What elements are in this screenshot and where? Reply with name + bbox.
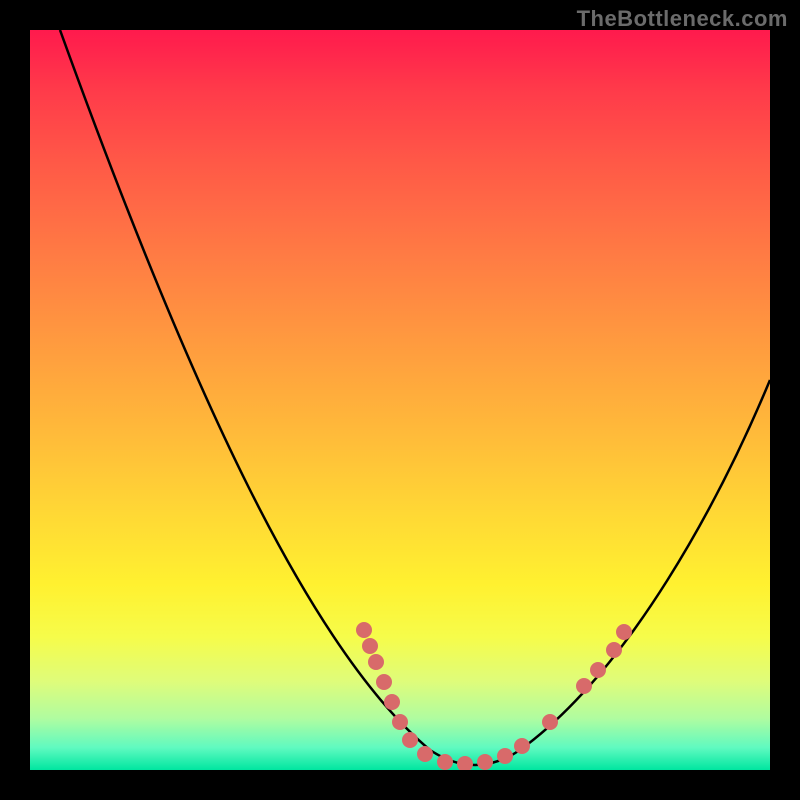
bottleneck-curve: [60, 30, 770, 765]
curve-marker: [606, 642, 622, 658]
curve-marker: [542, 714, 558, 730]
bottleneck-curve-svg: [30, 30, 770, 770]
curve-marker: [402, 732, 418, 748]
curve-marker: [417, 746, 433, 762]
curve-marker: [477, 754, 493, 770]
curve-marker: [576, 678, 592, 694]
curve-marker: [616, 624, 632, 640]
watermark-text: TheBottleneck.com: [577, 6, 788, 32]
curve-marker: [514, 738, 530, 754]
curve-marker: [376, 674, 392, 690]
curve-marker: [497, 748, 513, 764]
curve-marker: [362, 638, 378, 654]
curve-marker: [384, 694, 400, 710]
curve-marker: [392, 714, 408, 730]
curve-marker: [356, 622, 372, 638]
chart-frame: TheBottleneck.com: [0, 0, 800, 800]
curve-marker: [437, 754, 453, 770]
curve-marker: [590, 662, 606, 678]
plot-area: [30, 30, 770, 770]
curve-markers: [356, 622, 632, 770]
curve-marker: [457, 756, 473, 770]
curve-marker: [368, 654, 384, 670]
